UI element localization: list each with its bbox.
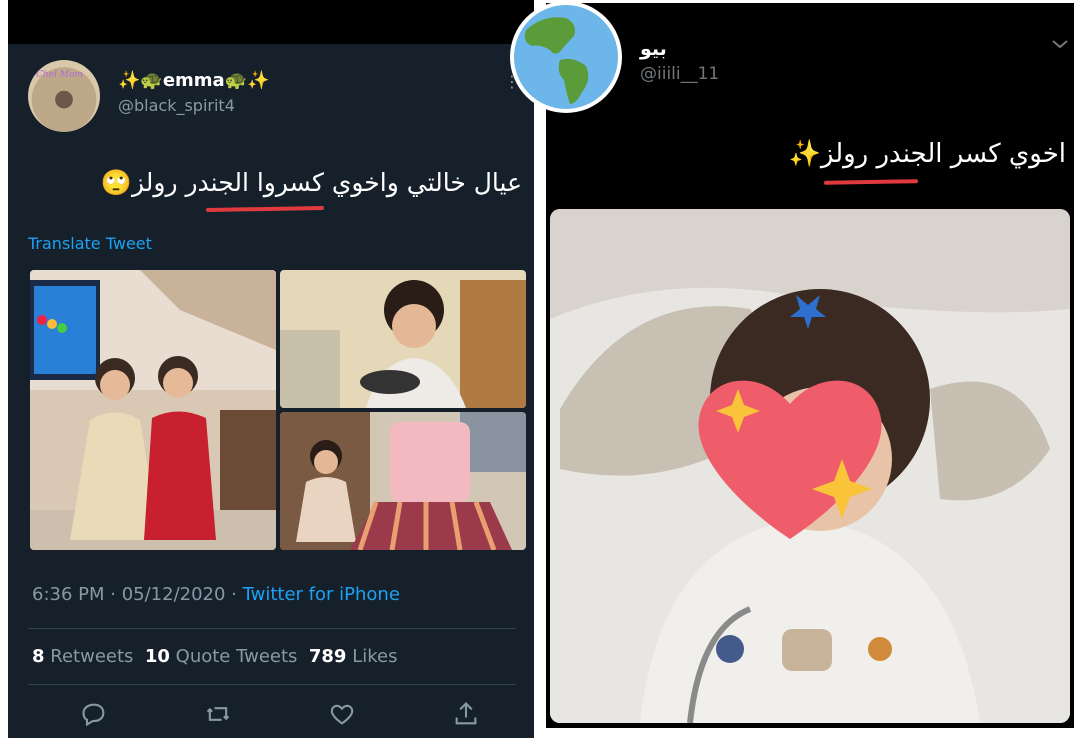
share-icon[interactable] — [452, 700, 482, 730]
tweet-timestamp: 6:36 PM · 05/12/2020 · Twitter for iPhon… — [32, 584, 400, 605]
display-name[interactable]: ✨🐢emma🐢✨ — [118, 70, 270, 91]
photo-illustration — [550, 209, 1070, 723]
display-name[interactable]: بيو — [640, 38, 667, 60]
red-underline — [823, 179, 919, 185]
quotes-count[interactable]: 10 — [145, 646, 170, 667]
quotes-label[interactable]: Quote Tweets — [176, 646, 298, 667]
like-icon[interactable] — [328, 700, 358, 730]
handle[interactable]: @iiili__11 — [640, 64, 719, 84]
tweet-time: 6:36 PM · 05/12/2020 · — [32, 584, 243, 605]
likes-label[interactable]: Likes — [352, 646, 397, 667]
boy-playing-photo[interactable] — [280, 270, 526, 408]
photo-illustration — [30, 270, 276, 550]
retweet-icon[interactable] — [204, 700, 234, 730]
toddler-with-heart-sticker-photo[interactable] — [550, 209, 1070, 723]
reply-icon[interactable] — [80, 700, 110, 730]
avatar[interactable]: Chel Mom — [28, 60, 100, 132]
retweets-label[interactable]: Retweets — [50, 646, 133, 667]
divider — [28, 628, 516, 629]
likes-count[interactable]: 789 — [309, 646, 347, 667]
handle[interactable]: @black_spirit4 — [118, 96, 235, 115]
photo-illustration — [280, 270, 526, 408]
right-tweet-panel: اخوي كسر الجندر رولز✨ — [546, 3, 1074, 728]
boy-in-skirt-photo[interactable] — [280, 412, 526, 550]
translate-tweet-link[interactable]: Translate Tweet — [28, 234, 152, 253]
photo-illustration — [280, 412, 526, 550]
two-girls-dresses-photo[interactable] — [30, 270, 276, 550]
avatar-label: Chel Mom — [36, 70, 83, 80]
tweet-text: عيال خالتي واخوي كسروا الجندر رولز🙄 — [100, 168, 522, 197]
globe-icon — [510, 1, 622, 113]
chevron-down-icon[interactable] — [1050, 36, 1070, 55]
divider — [28, 684, 516, 685]
tweet-text: اخوي كسر الجندر رولز✨ — [788, 139, 1066, 169]
red-underline — [205, 205, 325, 213]
left-status-bar — [8, 0, 534, 44]
engagement-stats: 8 Retweets 10 Quote Tweets 789 Likes — [32, 646, 397, 667]
left-tweet-panel: Chel Mom ✨🐢emma🐢✨ @black_spirit4 ⋮ عيال … — [8, 44, 534, 738]
retweets-count[interactable]: 8 — [32, 646, 45, 667]
tweet-source-link[interactable]: Twitter for iPhone — [243, 584, 400, 605]
avatar[interactable] — [504, 0, 624, 114]
